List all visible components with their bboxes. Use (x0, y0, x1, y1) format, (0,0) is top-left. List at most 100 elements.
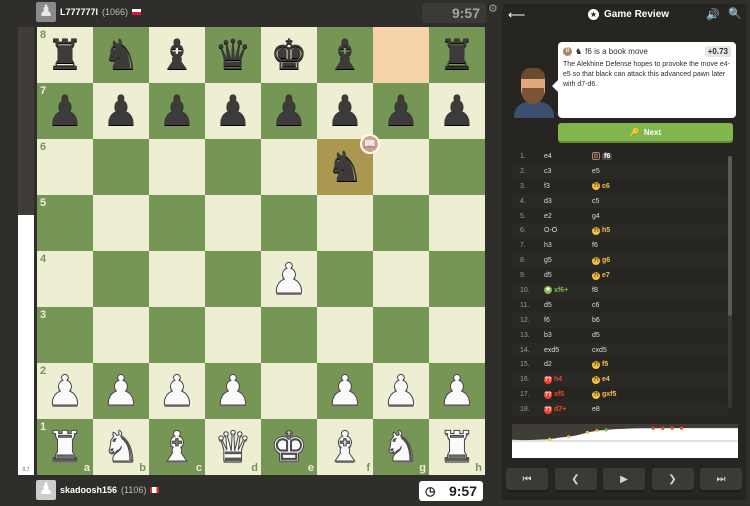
square-b3[interactable] (93, 307, 149, 363)
black-move[interactable]: ?! g6 (592, 256, 652, 265)
black-move[interactable]: Bf6 (592, 152, 652, 161)
white-pawn-icon[interactable]: ♟ (326, 369, 365, 412)
square-f4[interactable] (317, 251, 373, 307)
square-f1[interactable]: f ♝ (317, 419, 373, 475)
square-g6[interactable] (373, 139, 429, 195)
white-pawn-icon[interactable]: ♟ (438, 369, 477, 412)
black-bishop-icon[interactable]: ♝ (158, 34, 196, 76)
white-pawn-icon[interactable]: ♟ (382, 369, 421, 412)
black-move[interactable]: ?! e7 (592, 271, 652, 280)
square-d4[interactable] (205, 251, 261, 307)
square-e2[interactable] (261, 363, 317, 419)
first-move-button[interactable]: ⏮ (506, 468, 548, 490)
prev-move-button[interactable]: ❮ (554, 468, 597, 490)
white-move[interactable]: f3 (544, 183, 592, 190)
square-e8[interactable]: ♚ (261, 27, 317, 83)
white-pawn-icon[interactable]: ♟ (214, 369, 253, 412)
square-g3[interactable] (373, 307, 429, 363)
white-move[interactable]: d5 (544, 302, 592, 309)
black-pawn-icon[interactable]: ♟ (158, 90, 196, 132)
white-move[interactable]: d3 (544, 198, 592, 205)
square-a6[interactable]: 6 (37, 139, 93, 195)
square-e1[interactable]: e ♚ (261, 419, 317, 475)
next-button[interactable]: 🔑 Next (558, 123, 733, 141)
square-e7[interactable]: ♟ (261, 83, 317, 139)
white-move[interactable]: c3 (544, 168, 592, 175)
white-king-icon[interactable]: ♚ (270, 425, 309, 468)
white-pawn-icon[interactable]: ♟ (102, 369, 141, 412)
black-pawn-icon[interactable]: ♟ (270, 90, 308, 132)
white-move[interactable]: h3 (544, 242, 592, 249)
square-c3[interactable] (149, 307, 205, 363)
black-pawn-icon[interactable]: ♟ (438, 90, 476, 132)
white-move[interactable]: b3 (544, 332, 592, 339)
white-move[interactable]: ★ xf6+ (544, 286, 592, 295)
square-g4[interactable] (373, 251, 429, 307)
magnifier-icon[interactable]: 🔍 (728, 7, 742, 20)
square-c5[interactable] (149, 195, 205, 251)
square-f3[interactable] (317, 307, 373, 363)
black-pawn-icon[interactable]: ♟ (214, 90, 252, 132)
square-b7[interactable]: ♟ (93, 83, 149, 139)
white-move[interactable]: d2 (544, 361, 592, 368)
white-move[interactable]: e2 (544, 213, 592, 220)
square-a2[interactable]: 2 ♟ (37, 363, 93, 419)
square-e6[interactable] (261, 139, 317, 195)
square-c7[interactable]: ♟ (149, 83, 205, 139)
square-g5[interactable] (373, 195, 429, 251)
black-move[interactable]: c6 (592, 302, 652, 309)
white-bishop-icon[interactable]: ♝ (326, 425, 365, 468)
square-a5[interactable]: 5 (37, 195, 93, 251)
square-d3[interactable] (205, 307, 261, 363)
square-h1[interactable]: h ♜ (429, 419, 485, 475)
last-move-button[interactable]: ⏭ (700, 468, 742, 490)
white-move[interactable]: f6 (544, 317, 592, 324)
square-h5[interactable] (429, 195, 485, 251)
black-rook-icon[interactable]: ♜ (46, 34, 84, 76)
black-pawn-icon[interactable]: ♟ (46, 90, 84, 132)
white-move[interactable]: O-O (544, 227, 592, 234)
black-move[interactable]: b6 (592, 317, 652, 324)
black-move[interactable]: ?! h5 (592, 226, 652, 235)
square-e4[interactable]: ♟ (261, 251, 317, 307)
white-pawn-icon[interactable]: ♟ (46, 369, 85, 412)
square-a7[interactable]: 7 ♟ (37, 83, 93, 139)
black-move[interactable]: ?! gxf5 (592, 390, 652, 399)
black-knight-icon[interactable]: ♞ (102, 34, 140, 76)
pawn-avatar-icon[interactable]: ♟ (36, 2, 56, 22)
square-b2[interactable]: ♟ (93, 363, 149, 419)
scrollbar-thumb[interactable] (728, 156, 732, 316)
chess-board[interactable]: 8 ♜ ♞ ♝ ♛ ♚ ♝ ♜ 7 ♟ ♟ ♟ ♟ ♟ ♟ ♟ ♟ 6 ♞ 5 4 ♟ 3 2 ♟ ♟ ♟ ♟ ♟ ♟ ♟ 1 a ♜ b ♞ c ♝ d ♛… (37, 27, 485, 475)
white-knight-icon[interactable]: ♞ (382, 425, 421, 468)
white-move[interactable]: ?? xf5 (544, 390, 592, 399)
square-a1[interactable]: 1 a ♜ (37, 419, 93, 475)
square-c1[interactable]: c ♝ (149, 419, 205, 475)
white-bishop-icon[interactable]: ♝ (158, 425, 197, 468)
square-g7[interactable]: ♟ (373, 83, 429, 139)
square-c4[interactable] (149, 251, 205, 307)
move-list-scrollbar[interactable] (728, 156, 732, 408)
next-move-button[interactable]: ❯ (651, 468, 694, 490)
black-move[interactable]: ?! e4 (592, 375, 652, 384)
white-move[interactable]: g5 (544, 257, 592, 264)
black-move[interactable]: ?! f5 (592, 360, 652, 369)
white-move[interactable]: ?? h4 (544, 375, 592, 384)
square-e3[interactable] (261, 307, 317, 363)
black-knight-icon[interactable]: ♞ (326, 146, 364, 188)
square-f8[interactable]: ♝ (317, 27, 373, 83)
white-move[interactable]: e4 (544, 153, 592, 160)
square-b5[interactable] (93, 195, 149, 251)
square-d2[interactable]: ♟ (205, 363, 261, 419)
white-move[interactable]: exd5 (544, 347, 592, 354)
black-move[interactable]: e8 (592, 406, 652, 413)
square-a4[interactable]: 4 (37, 251, 93, 307)
bottom-player-name[interactable]: skadoosh156 (60, 485, 117, 495)
play-button[interactable]: ▶ (603, 468, 645, 490)
black-rook-icon[interactable]: ♜ (438, 34, 476, 76)
square-d5[interactable] (205, 195, 261, 251)
square-h4[interactable] (429, 251, 485, 307)
square-d7[interactable]: ♟ (205, 83, 261, 139)
square-g2[interactable]: ♟ (373, 363, 429, 419)
square-f7[interactable]: ♟ (317, 83, 373, 139)
black-move[interactable]: f8 (592, 287, 652, 294)
